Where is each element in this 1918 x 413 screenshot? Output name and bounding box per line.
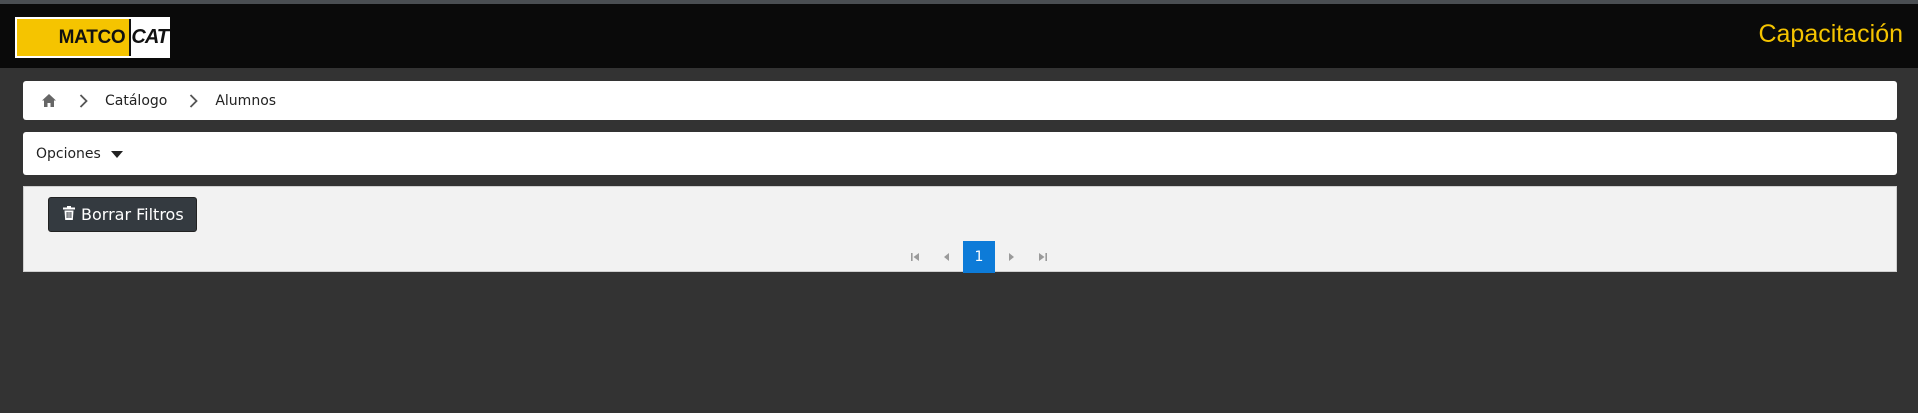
- breadcrumb: Catálogo Alumnos: [23, 81, 1897, 120]
- options-label: Opciones: [36, 145, 101, 162]
- home-icon[interactable]: [41, 93, 57, 109]
- pager: 1: [899, 241, 1059, 273]
- breadcrumb-item-catalogo[interactable]: Catálogo: [105, 93, 167, 109]
- chevron-right-icon: [189, 93, 199, 108]
- first-page-icon[interactable]: [899, 241, 931, 273]
- prev-page-icon[interactable]: [931, 241, 963, 273]
- next-page-icon[interactable]: [995, 241, 1027, 273]
- pager-page-current[interactable]: 1: [963, 241, 995, 273]
- clear-filters-button[interactable]: Borrar Filtros: [48, 197, 197, 232]
- app-title: Capacitación: [1758, 20, 1903, 48]
- top-navbar: MATCO CAT Capacitación: [0, 0, 1918, 68]
- breadcrumb-item-alumnos: Alumnos: [215, 92, 277, 109]
- logo-cat-text: CAT: [131, 19, 169, 56]
- grid-panel: Borrar Filtros 1: [23, 186, 1897, 273]
- clear-filters-label: Borrar Filtros: [81, 205, 184, 224]
- matco-cat-logo[interactable]: MATCO CAT: [15, 17, 170, 58]
- chevron-right-icon: [79, 93, 89, 108]
- caret-down-icon: [110, 150, 123, 158]
- logo-matco-text: MATCO: [17, 19, 130, 56]
- trash-icon: [63, 205, 75, 224]
- last-page-icon[interactable]: [1027, 241, 1059, 273]
- options-dropdown[interactable]: Opciones: [23, 132, 1897, 175]
